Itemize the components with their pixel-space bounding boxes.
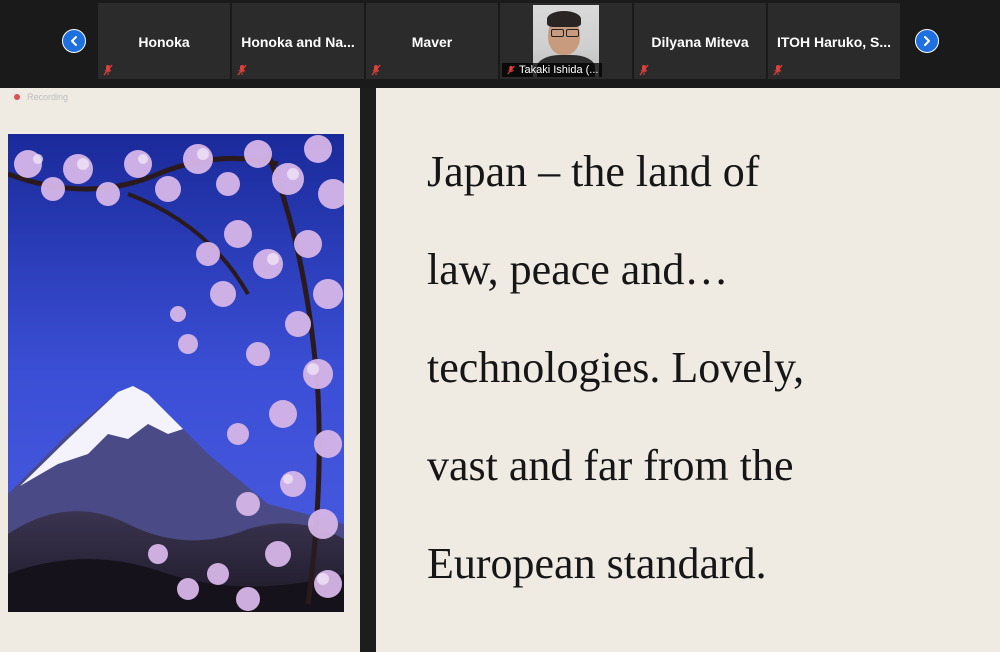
mount-fuji-photo bbox=[8, 134, 344, 612]
participant-name: Maver bbox=[411, 34, 453, 50]
participant-video-tile[interactable]: Takaki Ishida (... bbox=[500, 3, 632, 79]
slide-text-line: technologies. Lovely, bbox=[427, 343, 805, 392]
chevron-right-icon bbox=[924, 36, 930, 46]
participant-name: Honoka and Na... bbox=[241, 34, 355, 50]
recording-icon bbox=[12, 92, 22, 102]
slide-text-line: Japan – the land of bbox=[427, 147, 760, 196]
participant-tile[interactable]: Honoka and Na... bbox=[232, 3, 364, 79]
slide-text-line: vast and far from the bbox=[427, 441, 794, 490]
participant-name: Takaki Ishida (... bbox=[519, 64, 599, 76]
mount-fuji-image bbox=[8, 134, 344, 612]
participant-strip: Honoka Honoka and Na... Maver Takaki Ish… bbox=[0, 0, 1000, 88]
participant-name: Honoka bbox=[138, 34, 190, 50]
muted-mic-icon bbox=[773, 64, 783, 76]
participant-name-label: Takaki Ishida (... bbox=[502, 63, 603, 77]
previous-page-button[interactable] bbox=[62, 29, 86, 53]
muted-mic-icon bbox=[237, 64, 247, 76]
muted-mic-icon bbox=[639, 64, 649, 76]
muted-mic-icon bbox=[371, 64, 381, 76]
participant-tile[interactable]: ITOH Haruko, S... bbox=[768, 3, 900, 79]
participant-tile[interactable]: Honoka bbox=[98, 3, 230, 79]
participant-name: ITOH Haruko, S... bbox=[776, 34, 892, 50]
chevron-left-icon bbox=[71, 36, 77, 46]
participant-tile[interactable]: Maver bbox=[366, 3, 498, 79]
slide-text-line: law, peace and… bbox=[427, 245, 729, 294]
participant-tile[interactable]: Dilyana Miteva bbox=[634, 3, 766, 79]
muted-mic-icon bbox=[103, 64, 113, 76]
slide-text: Japan – the land of law, peace and… tech… bbox=[427, 140, 967, 630]
muted-mic-icon bbox=[507, 65, 515, 75]
participant-name: Dilyana Miteva bbox=[651, 34, 749, 50]
slide-text-line: European standard. bbox=[427, 539, 767, 588]
recording-indicator[interactable]: Recording bbox=[12, 92, 68, 102]
next-page-button[interactable] bbox=[915, 29, 939, 53]
recording-label: Recording bbox=[27, 92, 69, 102]
slide-divider bbox=[360, 88, 376, 652]
